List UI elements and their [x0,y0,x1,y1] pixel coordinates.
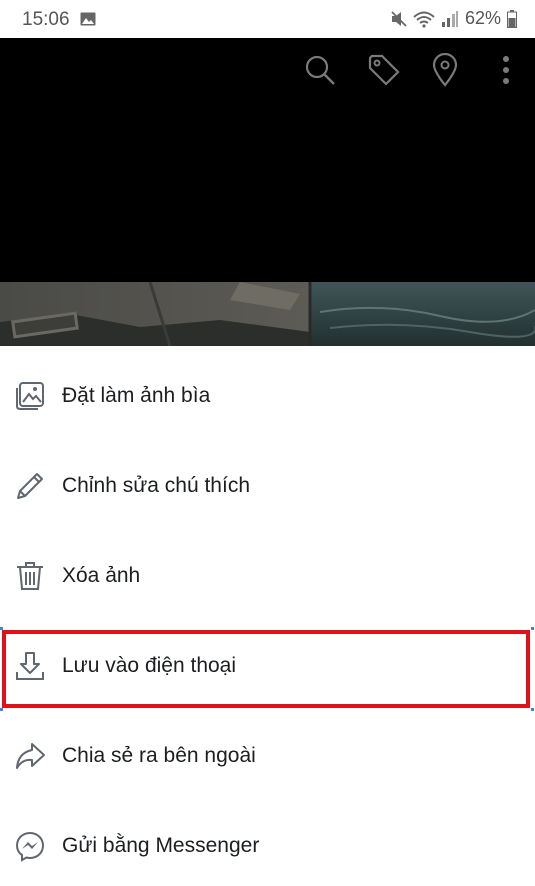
menu-item-share-external[interactable]: Chia sẻ ra bên ngoài [0,716,535,796]
gallery-notification-icon [80,12,96,26]
location-button[interactable] [427,52,463,88]
highlight-box [2,630,530,708]
status-bar: 15:06 62% [0,0,535,38]
menu-item-label: Gửi bằng Messenger [62,834,260,857]
selection-handle [0,627,3,630]
menu-item-label: Đặt làm ảnh bìa [62,384,211,407]
tag-icon [368,54,400,86]
status-indicators: 62% [391,8,517,29]
menu-item-label: Chỉnh sửa chú thích [62,474,250,497]
location-icon [432,53,458,87]
selection-handle [531,708,534,711]
battery-percent: 62% [464,8,501,28]
photo-viewer[interactable] [0,38,535,346]
photo-image [0,282,535,346]
search-button[interactable] [302,52,338,88]
menu-item-label: Chia sẻ ra bên ngoài [62,744,256,767]
pencil-icon [17,473,43,499]
search-icon [305,55,335,85]
menu-item-edit-caption[interactable]: Chỉnh sửa chú thích [0,446,535,526]
battery-icon [507,9,517,28]
cover-photo-icon [16,382,44,410]
trash-icon [17,562,43,590]
selection-handle [531,627,534,630]
tag-button[interactable] [366,52,402,88]
signal-icon [441,10,458,27]
selection-handle [0,708,3,711]
share-icon [16,743,45,769]
wifi-icon [413,11,435,28]
menu-item-label: Xóa ảnh [62,564,141,587]
menu-item-set-cover[interactable]: Đặt làm ảnh bìa [0,356,535,436]
more-vertical-icon [503,56,509,84]
status-time: 15:06 [22,9,70,30]
mute-icon [391,10,407,27]
menu-item-delete-photo[interactable]: Xóa ảnh [0,536,535,616]
messenger-icon [15,831,45,862]
menu-item-send-messenger[interactable]: Gửi bằng Messenger [0,806,535,886]
more-button[interactable] [488,52,524,88]
